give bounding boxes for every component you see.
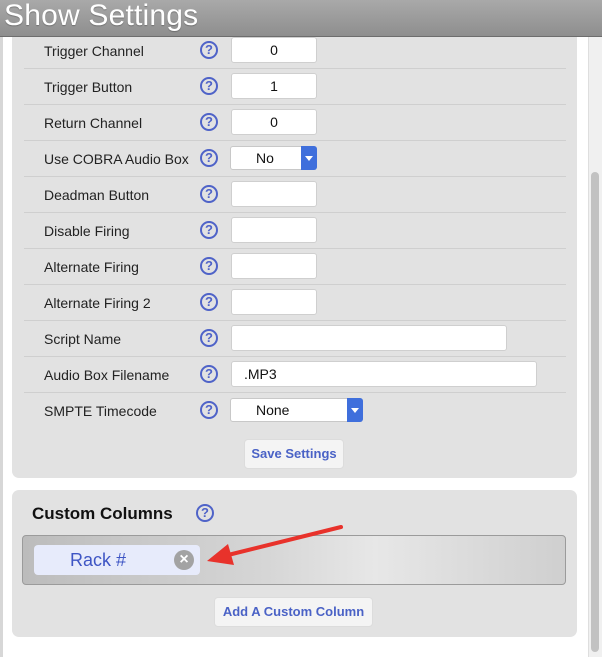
annotation-arrow (207, 525, 343, 565)
annotation-arrow-shaft (222, 525, 343, 558)
annotation-arrow-head (207, 544, 234, 565)
